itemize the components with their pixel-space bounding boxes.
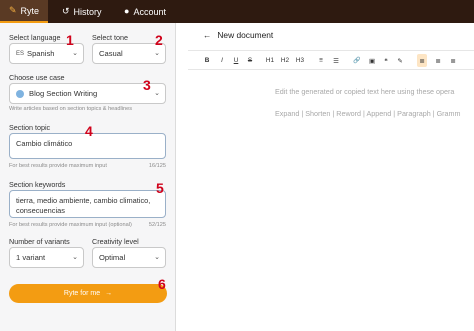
- arrow-right-icon: →: [105, 290, 113, 297]
- variants-label: Number of variants: [9, 237, 70, 246]
- ryte-button-label: Ryte for me: [63, 290, 101, 297]
- document-title: New document: [217, 30, 274, 40]
- ryte-for-me-button[interactable]: Ryte for me →: [9, 284, 167, 303]
- topic-label: Section topic: [9, 123, 51, 132]
- underline-button[interactable]: U: [231, 54, 241, 67]
- chevron-down-icon: ⌄: [154, 50, 160, 57]
- usecase-label: Choose use case: [9, 73, 65, 82]
- topic-hint: For best results provide maximum input: [9, 163, 107, 169]
- editor-action-links[interactable]: Expand | Shorten | Reword | Append | Par…: [275, 109, 461, 118]
- creativity-select[interactable]: Optimal ⌄: [92, 247, 166, 268]
- pen-icon: ✎: [8, 5, 17, 15]
- italic-button[interactable]: I: [217, 54, 227, 67]
- tab-history[interactable]: ↺ History: [62, 0, 102, 23]
- align-center-icon[interactable]: ≣: [433, 54, 443, 67]
- editor-placeholder[interactable]: Edit the generated or copied text here u…: [275, 87, 454, 96]
- heading3-button[interactable]: H3: [295, 54, 305, 67]
- quote-icon[interactable]: ❝: [381, 54, 391, 67]
- tab-account[interactable]: ● Account: [124, 0, 166, 23]
- tab-history-label: History: [73, 6, 102, 17]
- usecase-value: Blog Section Writing: [29, 89, 98, 98]
- language-label: Select language: [9, 33, 61, 42]
- usecase-hint: Write articles based on section topics &…: [9, 106, 133, 112]
- tone-value: Casual: [99, 49, 123, 58]
- annotation-4: 4: [85, 123, 93, 139]
- back-arrow-icon[interactable]: ←: [203, 30, 211, 40]
- chevron-down-icon: ⌄: [72, 254, 78, 261]
- creativity-value: Optimal: [99, 253, 126, 262]
- tab-ryte-label: Ryte: [20, 5, 40, 16]
- tone-label: Select tone: [92, 33, 128, 42]
- bullet-list-icon[interactable]: ☰: [331, 54, 341, 67]
- highlight-icon[interactable]: ✎: [395, 54, 405, 67]
- blog-icon: [16, 89, 24, 98]
- image-icon[interactable]: ▣: [367, 54, 377, 67]
- annotation-5: 5: [156, 180, 164, 196]
- annotation-6: 6: [158, 276, 166, 292]
- variants-value: 1 variant: [16, 253, 46, 262]
- history-icon: ↺: [62, 6, 70, 16]
- ordered-list-icon[interactable]: ≡: [316, 54, 326, 67]
- heading2-button[interactable]: H2: [280, 54, 290, 67]
- topic-char-count: 16/125: [148, 163, 166, 169]
- keywords-char-count: 52/125: [148, 222, 166, 228]
- document-header: ← New document: [203, 30, 273, 40]
- keywords-hint: For best results provide maximum input (…: [9, 222, 132, 228]
- chevron-down-icon: ⌄: [154, 254, 160, 261]
- top-nav-bar: ✎ Ryte ↺ History ● Account: [0, 0, 474, 23]
- spain-flag-icon: ES: [16, 50, 25, 57]
- keywords-label: Section keywords: [9, 180, 66, 189]
- variants-select[interactable]: 1 variant ⌄: [9, 247, 84, 268]
- align-left-icon[interactable]: ≣: [417, 54, 427, 67]
- language-value: Spanish: [27, 49, 55, 58]
- link-icon[interactable]: 🔗: [352, 54, 362, 67]
- chevron-down-icon: ⌄: [72, 50, 78, 57]
- bold-button[interactable]: B: [202, 54, 212, 67]
- keywords-value: tierra, medio ambiente, cambio climatico…: [16, 196, 151, 215]
- keywords-input[interactable]: tierra, medio ambiente, cambio climatico…: [9, 190, 166, 218]
- chevron-down-icon: ⌄: [154, 90, 160, 97]
- creativity-label: Creativity level: [92, 237, 139, 246]
- user-icon: ●: [124, 6, 130, 16]
- strikethrough-button[interactable]: S: [245, 54, 255, 67]
- annotation-1: 1: [66, 32, 74, 48]
- tab-account-label: Account: [133, 6, 166, 17]
- topic-value: Cambio climático: [16, 139, 73, 148]
- annotation-3: 3: [143, 77, 151, 93]
- tab-ryte[interactable]: ✎ Ryte: [0, 0, 48, 23]
- editor-toolbar: B I U S H1 H2 H3 ≡ ☰ 🔗 ▣ ❝ ✎ ≣ ≣ ≣: [188, 50, 474, 70]
- heading1-button[interactable]: H1: [265, 54, 275, 67]
- annotation-2: 2: [155, 32, 163, 48]
- align-right-icon[interactable]: ≣: [448, 54, 458, 67]
